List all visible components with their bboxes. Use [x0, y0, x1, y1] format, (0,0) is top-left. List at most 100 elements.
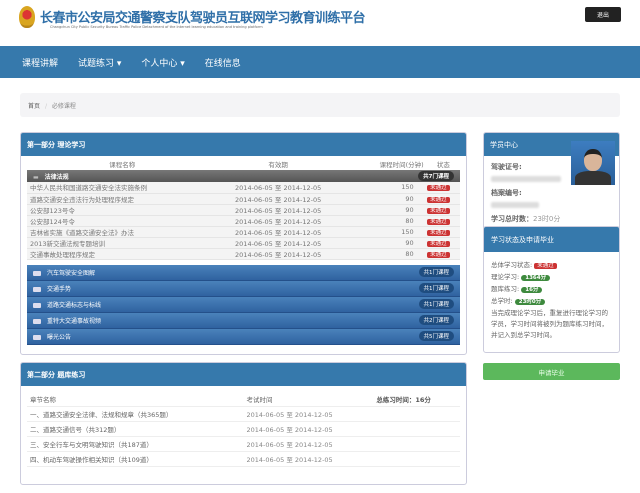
bank-badge: 16分 — [521, 287, 543, 293]
category-row[interactable]: 曝光公告 共5门课程 — [27, 328, 460, 345]
category-row[interactable]: 交通手势 共1门课程 — [27, 280, 460, 297]
group-name: 法律法规 — [44, 173, 69, 181]
course-count: 共5门课程 — [418, 331, 454, 341]
course-link[interactable]: 中华人民共和国道路交通安全法实施条例 — [30, 184, 147, 192]
col-chapter: 章节名称 — [30, 395, 56, 404]
course-link[interactable]: 道路交通安全违法行为处理程序规定 — [30, 196, 134, 204]
chapter-period: 2014-06-05 至 2014-12-05 — [246, 455, 333, 464]
category-name: 汽车驾驶安全图解 — [47, 269, 96, 277]
course-link[interactable]: 公安部124号令 — [30, 218, 75, 226]
col-exam-time: 考试时间 — [246, 395, 273, 404]
course-period: 2014-06-05 至 2014-12-05 — [217, 193, 339, 205]
course-count: 共1门课程 — [418, 283, 454, 293]
course-minutes: 80 — [338, 215, 417, 227]
course-link[interactable]: 吉林省实施《道路交通安全法》办法 — [30, 229, 134, 237]
table-row: 二、道路交通信号（共312题） 2014-06-05 至 2014-12-05 — [27, 421, 460, 436]
chapter-period: 2014-06-05 至 2014-12-05 — [246, 425, 333, 434]
folder-icon — [33, 270, 41, 276]
course-count: 共1门课程 — [418, 299, 454, 309]
category-name: 交通手势 — [47, 285, 72, 293]
course-count: 共7门课程 — [418, 171, 454, 181]
chapter-link[interactable]: 四、机动车驾驶操作相关知识（共109道） — [27, 451, 244, 466]
police-emblem-logo — [19, 6, 35, 28]
breadcrumb-current: 必修课程 — [51, 103, 76, 110]
file-value-redacted — [491, 202, 539, 208]
chapter-link[interactable]: 一、道路交通安全法律、法规和规章（共365题） — [27, 406, 244, 421]
category-row[interactable]: 重特大交通事故视频 共2门课程 — [27, 312, 460, 329]
total-badge: 23时0分 — [514, 299, 546, 305]
panel-title: 学习状态及申请毕业 — [484, 227, 619, 252]
status-badge: 未通过 — [427, 218, 450, 225]
chapter-link[interactable]: 二、道路交通信号（共312题） — [27, 421, 244, 436]
course-minutes: 150 — [338, 226, 417, 238]
status-badge: 未通过 — [427, 229, 450, 236]
bank-label: 题库练习: — [491, 285, 520, 293]
course-period: 2014-06-05 至 2014-12-05 — [217, 248, 339, 260]
license-value-redacted — [491, 176, 561, 182]
course-link[interactable]: 2013新交通法规专题培训 — [30, 240, 105, 248]
site-subtitle: Changchun City Public Security Bureau Tr… — [50, 25, 263, 29]
table-row: 一、道路交通安全法律、法规和规章（共365题） 2014-06-05 至 201… — [27, 406, 460, 421]
course-period: 2014-06-05 至 2014-12-05 — [217, 215, 339, 227]
course-minutes: 90 — [338, 204, 417, 216]
breadcrumb: 首页 / 必修课程 — [20, 93, 620, 117]
student-center-panel: 学员中心 驾驶证号: 档案编号: 学习总时数：23时0分 — [483, 132, 620, 230]
file-label: 档案编号: — [491, 189, 522, 197]
category-name: 曝光公告 — [47, 333, 72, 341]
nav-practice[interactable]: 试题练习 ▾ — [78, 56, 121, 69]
total-label: 总学时: — [491, 297, 513, 305]
chapter-period: 2014-06-05 至 2014-12-05 — [246, 440, 333, 449]
group-laws[interactable]: ▬ 法律法规 共7门课程 — [27, 170, 460, 182]
folder-icon — [33, 318, 41, 324]
course-minutes: 90 — [338, 237, 417, 249]
col-period: 有效期 — [268, 161, 288, 169]
course-count: 共1门课程 — [418, 267, 454, 277]
course-link[interactable]: 公安部123号令 — [30, 207, 75, 215]
status-badge: 未通过 — [427, 251, 450, 258]
course-period: 2014-06-05 至 2014-12-05 — [217, 182, 339, 194]
course-link[interactable]: 交通事故处理程序规定 — [30, 251, 95, 259]
status-note: 当完成理论学习后，重复进行理论学习的学员，学习时间将被列为题库练习时间，并记入到… — [491, 309, 608, 339]
category-row[interactable]: 汽车驾驶安全图解 共1门课程 — [27, 264, 460, 281]
logout-button[interactable]: 退出 — [585, 7, 621, 22]
table-row: 四、机动车驾驶操作相关知识（共109道） 2014-06-05 至 2014-1… — [27, 451, 460, 466]
nav-online[interactable]: 在线信息 — [205, 56, 241, 69]
status-badge: 未通过 — [427, 207, 450, 214]
total-hours-label: 学习总时数： — [491, 215, 533, 223]
course-period: 2014-06-05 至 2014-12-05 — [217, 226, 339, 238]
apply-graduation-button[interactable]: 申请毕业 — [483, 363, 620, 380]
overall-status-badge: 未通过 — [534, 263, 557, 269]
table-row: 中华人民共和国道路交通安全法实施条例 2014-06-05 至 2014-12-… — [27, 182, 460, 194]
course-minutes: 150 — [338, 182, 417, 194]
course-count: 共2门课程 — [418, 315, 454, 325]
folder-icon — [33, 302, 41, 308]
course-period: 2014-06-05 至 2014-12-05 — [217, 237, 339, 249]
folder-icon — [33, 334, 41, 340]
site-title: 长春市公安局交通警察支队驾驶员互联网学习教育训练平台 — [40, 11, 366, 26]
col-status: 状态 — [436, 161, 450, 169]
table-row: 道路交通安全违法行为处理程序规定 2014-06-05 至 2014-12-05… — [27, 193, 460, 205]
status-panel: 学习状态及申请毕业 总体学习状态: 未通过 理论学习: 1364分 题库练习: … — [483, 226, 620, 353]
theory-label: 理论学习: — [491, 273, 520, 281]
col-name: 课程名称 — [109, 161, 136, 169]
status-badge: 未通过 — [427, 196, 450, 203]
panel-title: 第一部分 理论学习 — [21, 133, 466, 156]
total-practice-time: 总练习时间：16分 — [376, 395, 431, 404]
course-period: 2014-06-05 至 2014-12-05 — [217, 204, 339, 216]
chapter-link[interactable]: 三、安全行车与文明驾驶知识（共187道） — [27, 436, 244, 451]
nav-course[interactable]: 课程讲解 — [22, 56, 58, 69]
table-row: 公安部124号令 2014-06-05 至 2014-12-05 80 未通过 — [27, 215, 460, 227]
student-photo — [571, 141, 615, 185]
category-row[interactable]: 道路交通标志与标线 共1门课程 — [27, 296, 460, 313]
nav-personal[interactable]: 个人中心 ▾ — [141, 56, 184, 69]
main-nav: 课程讲解 试题练习 ▾ 个人中心 ▾ 在线信息 — [0, 46, 640, 78]
table-row: 公安部123号令 2014-06-05 至 2014-12-05 90 未通过 — [27, 204, 460, 216]
breadcrumb-sep: / — [44, 103, 47, 110]
practice-panel: 第二部分 题库练习 章节名称 考试时间 总练习时间：16分 一、道路交通安全法律… — [20, 362, 467, 485]
status-badge: 未通过 — [427, 240, 450, 247]
breadcrumb-home[interactable]: 首页 — [28, 103, 40, 110]
panel-title: 第二部分 题库练习 — [21, 363, 466, 386]
overall-label: 总体学习状态: — [491, 261, 533, 269]
table-row: 吉林省实施《道路交通安全法》办法 2014-06-05 至 2014-12-05… — [27, 226, 460, 238]
folder-icon — [33, 286, 41, 292]
